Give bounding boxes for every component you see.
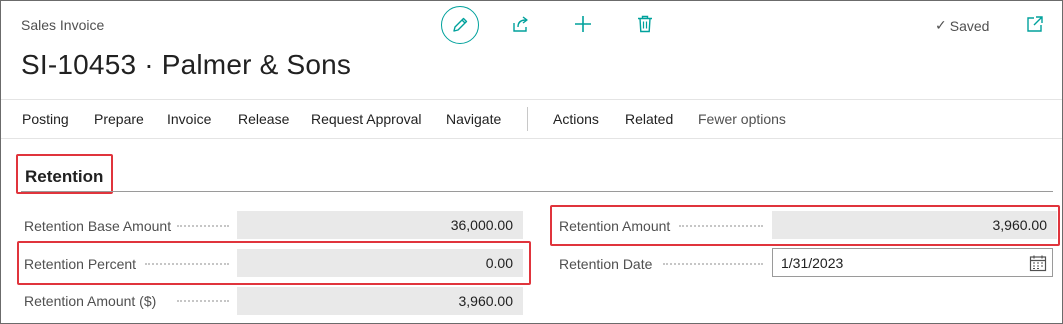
action-request-approval[interactable]: Request Approval — [311, 111, 422, 127]
delete-button[interactable] — [634, 13, 656, 35]
retention-base-amount-value: 36,000.00 — [237, 211, 523, 239]
action-navigate[interactable]: Navigate — [446, 111, 501, 127]
action-fewer-options[interactable]: Fewer options — [698, 111, 786, 127]
page-kind-label: Sales Invoice — [21, 17, 105, 33]
action-release[interactable]: Release — [238, 111, 289, 127]
open-in-new-window-icon — [1027, 16, 1043, 32]
trash-icon — [638, 15, 652, 33]
action-invoice[interactable]: Invoice — [167, 111, 211, 127]
edit-button[interactable] — [441, 6, 479, 44]
pencil-icon — [453, 17, 468, 32]
action-posting[interactable]: Posting — [22, 111, 69, 127]
retention-amount-value: 3,960.00 — [772, 211, 1057, 239]
date-picker-button[interactable] — [1029, 254, 1047, 272]
section-divider — [21, 191, 1053, 192]
retention-amount-label: Retention Amount — [559, 218, 671, 234]
open-in-new-window-button[interactable] — [1026, 15, 1046, 35]
retention-base-amount-label: Retention Base Amount — [24, 218, 172, 234]
section-title-retention[interactable]: Retention — [25, 167, 103, 187]
leader-dots — [145, 263, 229, 265]
leader-dots — [177, 300, 229, 302]
save-status: ✓ Saved — [935, 17, 989, 34]
retention-percent-value: 0.00 — [237, 249, 523, 277]
share-button[interactable] — [510, 13, 532, 35]
action-divider — [527, 107, 528, 131]
leader-dots — [177, 225, 229, 227]
share-icon — [513, 16, 528, 32]
page-frame: Sales Invoice SI-10453 · Palmer & Sons ✓… — [0, 0, 1063, 324]
retention-date-label: Retention Date — [559, 256, 653, 272]
page-title: SI-10453 · Palmer & Sons — [21, 49, 352, 80]
retention-date-input[interactable]: 1/31/2023 — [772, 248, 1053, 277]
calendar-icon — [1029, 255, 1047, 272]
new-button[interactable] — [572, 13, 594, 35]
action-related[interactable]: Related — [625, 111, 673, 127]
checkmark-icon: ✓ — [935, 17, 947, 33]
save-status-label: Saved — [949, 17, 990, 34]
retention-amount-currency-value: 3,960.00 — [237, 287, 523, 315]
leader-dots — [679, 225, 763, 227]
retention-percent-label: Retention Percent — [24, 256, 137, 272]
action-bar: Posting Prepare Invoice Release Request … — [1, 99, 1062, 139]
retention-date-value: 1/31/2023 — [781, 255, 844, 271]
plus-icon — [575, 16, 591, 32]
action-prepare[interactable]: Prepare — [94, 111, 144, 127]
retention-amount-currency-label: Retention Amount ($) — [24, 293, 157, 309]
leader-dots — [663, 263, 763, 265]
action-actions[interactable]: Actions — [553, 111, 599, 127]
